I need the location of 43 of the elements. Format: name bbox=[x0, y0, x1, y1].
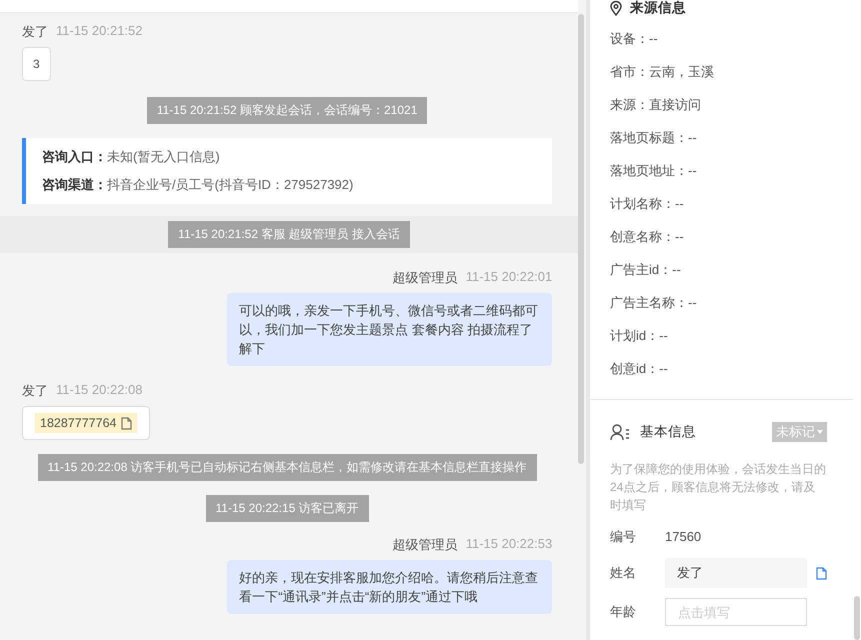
phone-number: 18287777764 bbox=[40, 416, 116, 430]
entry-info: 咨询入口：未知(暂无入口信息) bbox=[42, 148, 221, 166]
system-notice: 11-15 20:22:15 访客已离开 bbox=[206, 495, 369, 522]
section-title: 来源信息 bbox=[630, 0, 686, 17]
message-time: 11-15 20:22:53 bbox=[466, 536, 552, 553]
source-info-item: 创意名称：-- bbox=[610, 228, 685, 246]
section-title: 基本信息 bbox=[640, 423, 696, 441]
caret-icon bbox=[817, 430, 823, 434]
location-pin-icon bbox=[610, 0, 622, 16]
source-info-item: 落地页标题：-- bbox=[610, 129, 698, 147]
system-notice: 11-15 20:22:08 访客手机号已自动标记右侧基本信息栏，如需修改请在基本信息栏直接操作 bbox=[38, 454, 537, 481]
sender-name: 超级管理员 bbox=[392, 536, 458, 554]
source-info-item: 创意id：-- bbox=[610, 360, 669, 378]
user-list-icon bbox=[610, 424, 632, 440]
message-bubble: 3 bbox=[22, 47, 51, 81]
message-bubble: 好的亲，现在安排客服加您介绍哈。请您稍后注意查看一下“通讯录”并点击“新的朋友”通过下哦 bbox=[227, 560, 552, 614]
source-info-item: 广告主名称：-- bbox=[610, 294, 698, 312]
message-time: 11-15 20:21:52 bbox=[56, 23, 142, 40]
system-notice: 11-15 20:21:52 顾客发起会话，会话编号：21021 bbox=[146, 97, 428, 124]
sender-name: 超级管理员 bbox=[392, 269, 458, 287]
entry-info: 咨询渠道：抖音企业号/员工号(抖音号ID：279527392) bbox=[42, 176, 354, 194]
source-info-item: 来源：直接访问 bbox=[610, 96, 702, 114]
field-label: 编号 bbox=[610, 528, 637, 546]
message-time: 11-15 20:22:08 bbox=[56, 382, 142, 399]
copy-icon[interactable] bbox=[815, 566, 827, 580]
source-info-item: 设备：-- bbox=[610, 30, 659, 48]
source-info-item: 计划名称：-- bbox=[610, 195, 685, 213]
sender-name: 发了 bbox=[22, 23, 48, 41]
copy-icon[interactable] bbox=[120, 416, 132, 430]
notice-text: 为了保障您的使用体验，会话发生当日的24点之后，顾客信息将无法修改，请及时填写 bbox=[610, 461, 827, 514]
tag-dropdown[interactable]: 未标记 bbox=[772, 422, 827, 442]
message-time: 11-15 20:22:01 bbox=[466, 269, 552, 286]
source-info-item: 计划id：-- bbox=[610, 327, 669, 345]
message-bubble: 可以的哦，亲发一下手机号、微信号或者二维码都可以，我们加一下您发主题景点 套餐内容 拍摄流程了解下 bbox=[227, 293, 552, 366]
source-info-item: 省市：云南，玉溪 bbox=[610, 63, 715, 81]
field-value: 17560 bbox=[665, 528, 702, 546]
source-info-item: 落地页地址：-- bbox=[610, 162, 698, 180]
source-info-item: 广告主id：-- bbox=[610, 261, 682, 279]
field-label: 年龄 bbox=[610, 603, 637, 621]
name-field[interactable]: 发了 bbox=[665, 558, 807, 588]
sender-name: 发了 bbox=[22, 382, 48, 400]
system-notice: 11-15 20:21:52 客服 超级管理员 接入会话 bbox=[168, 221, 410, 248]
field-label: 姓名 bbox=[610, 564, 637, 582]
